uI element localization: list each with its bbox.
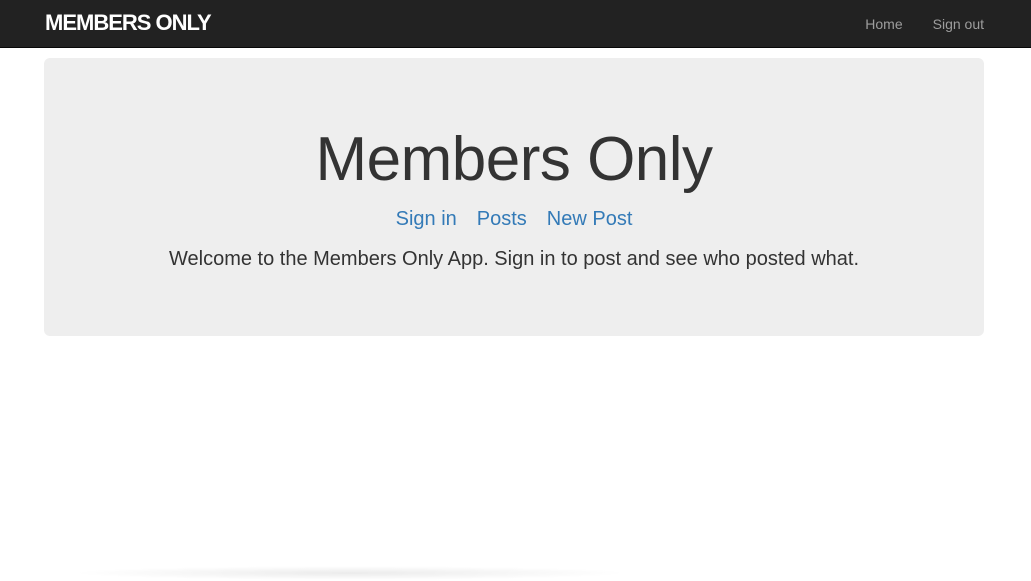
welcome-text: Welcome to the Members Only App. Sign in… — [168, 248, 859, 270]
sign-in-link[interactable]: Sign in — [396, 206, 457, 232]
page-title: Members Only — [315, 125, 713, 194]
nav-home-link[interactable]: Home — [865, 16, 902, 32]
top-navbar: MEMBERS ONLY Home Sign out — [0, 0, 1031, 48]
brand-logo-link[interactable]: MEMBERS ONLY — [45, 10, 212, 36]
bottom-shadow-decoration — [70, 566, 630, 580]
new-post-link[interactable]: New Post — [547, 206, 633, 232]
posts-link[interactable]: Posts — [477, 206, 527, 232]
navbar-links: Home Sign out — [865, 0, 984, 48]
jumbotron: Members Only Sign in Posts New Post Welc… — [44, 58, 984, 336]
nav-sign-out-link[interactable]: Sign out — [933, 16, 984, 32]
jumbotron-links: Sign in Posts New Post — [44, 206, 984, 232]
